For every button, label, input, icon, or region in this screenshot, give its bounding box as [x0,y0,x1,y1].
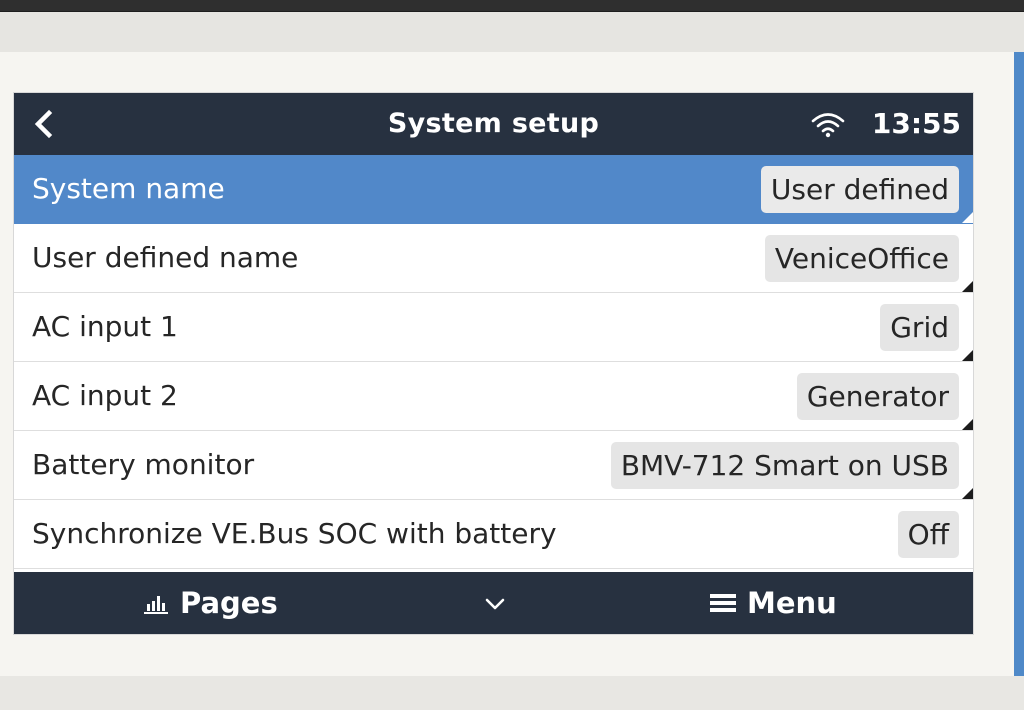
window-top-strip [0,0,1024,12]
bottom-nav-bar: Pages Menu [14,572,973,634]
setting-row-system-name[interactable]: System name User defined [14,155,973,224]
gx-device-screen: System setup 13:55 System name User defi… [13,92,974,635]
edit-corner-icon [962,281,973,292]
row-value: User defined [760,166,959,213]
row-label: Synchronize VE.Bus SOC with battery [32,517,557,550]
setting-row-battery-monitor[interactable]: Battery monitor BMV-712 Smart on USB [14,431,973,500]
setting-row-sync-vebus-soc[interactable]: Synchronize VE.Bus SOC with battery Off [14,500,973,569]
row-value: Grid [880,304,959,351]
wifi-icon [811,113,845,138]
edit-corner-icon [962,350,973,361]
chevron-down-icon[interactable] [484,593,506,615]
setting-row-user-defined-name[interactable]: User defined name VeniceOffice [14,224,973,293]
setting-row-ac-input-2[interactable]: AC input 2 Generator [14,362,973,431]
edit-corner-icon [962,212,973,223]
clock-time: 13:55 [871,107,961,140]
row-value: Off [897,511,959,558]
row-value: Generator [796,373,959,420]
pages-label: Pages [180,586,278,620]
title-bar: System setup 13:55 [14,93,973,155]
upper-band [0,12,1024,52]
menu-button[interactable]: Menu [708,572,837,634]
edit-corner-icon [962,419,973,430]
row-label: Battery monitor [32,448,255,481]
menu-label: Menu [747,586,837,620]
row-value: VeniceOffice [764,235,959,282]
hamburger-icon [710,594,736,612]
row-label: AC input 1 [32,310,178,343]
edit-corner-icon [962,488,973,499]
setting-row-ac-input-1[interactable]: AC input 1 Grid [14,293,973,362]
bar-chart-icon [144,596,168,614]
row-label: System name [32,172,225,205]
row-label: AC input 2 [32,379,178,412]
pages-button[interactable]: Pages [142,572,278,634]
row-label: User defined name [32,241,299,274]
row-value: BMV-712 Smart on USB [610,442,959,489]
right-accent-bar [1014,52,1024,676]
bottom-band [0,676,1024,710]
